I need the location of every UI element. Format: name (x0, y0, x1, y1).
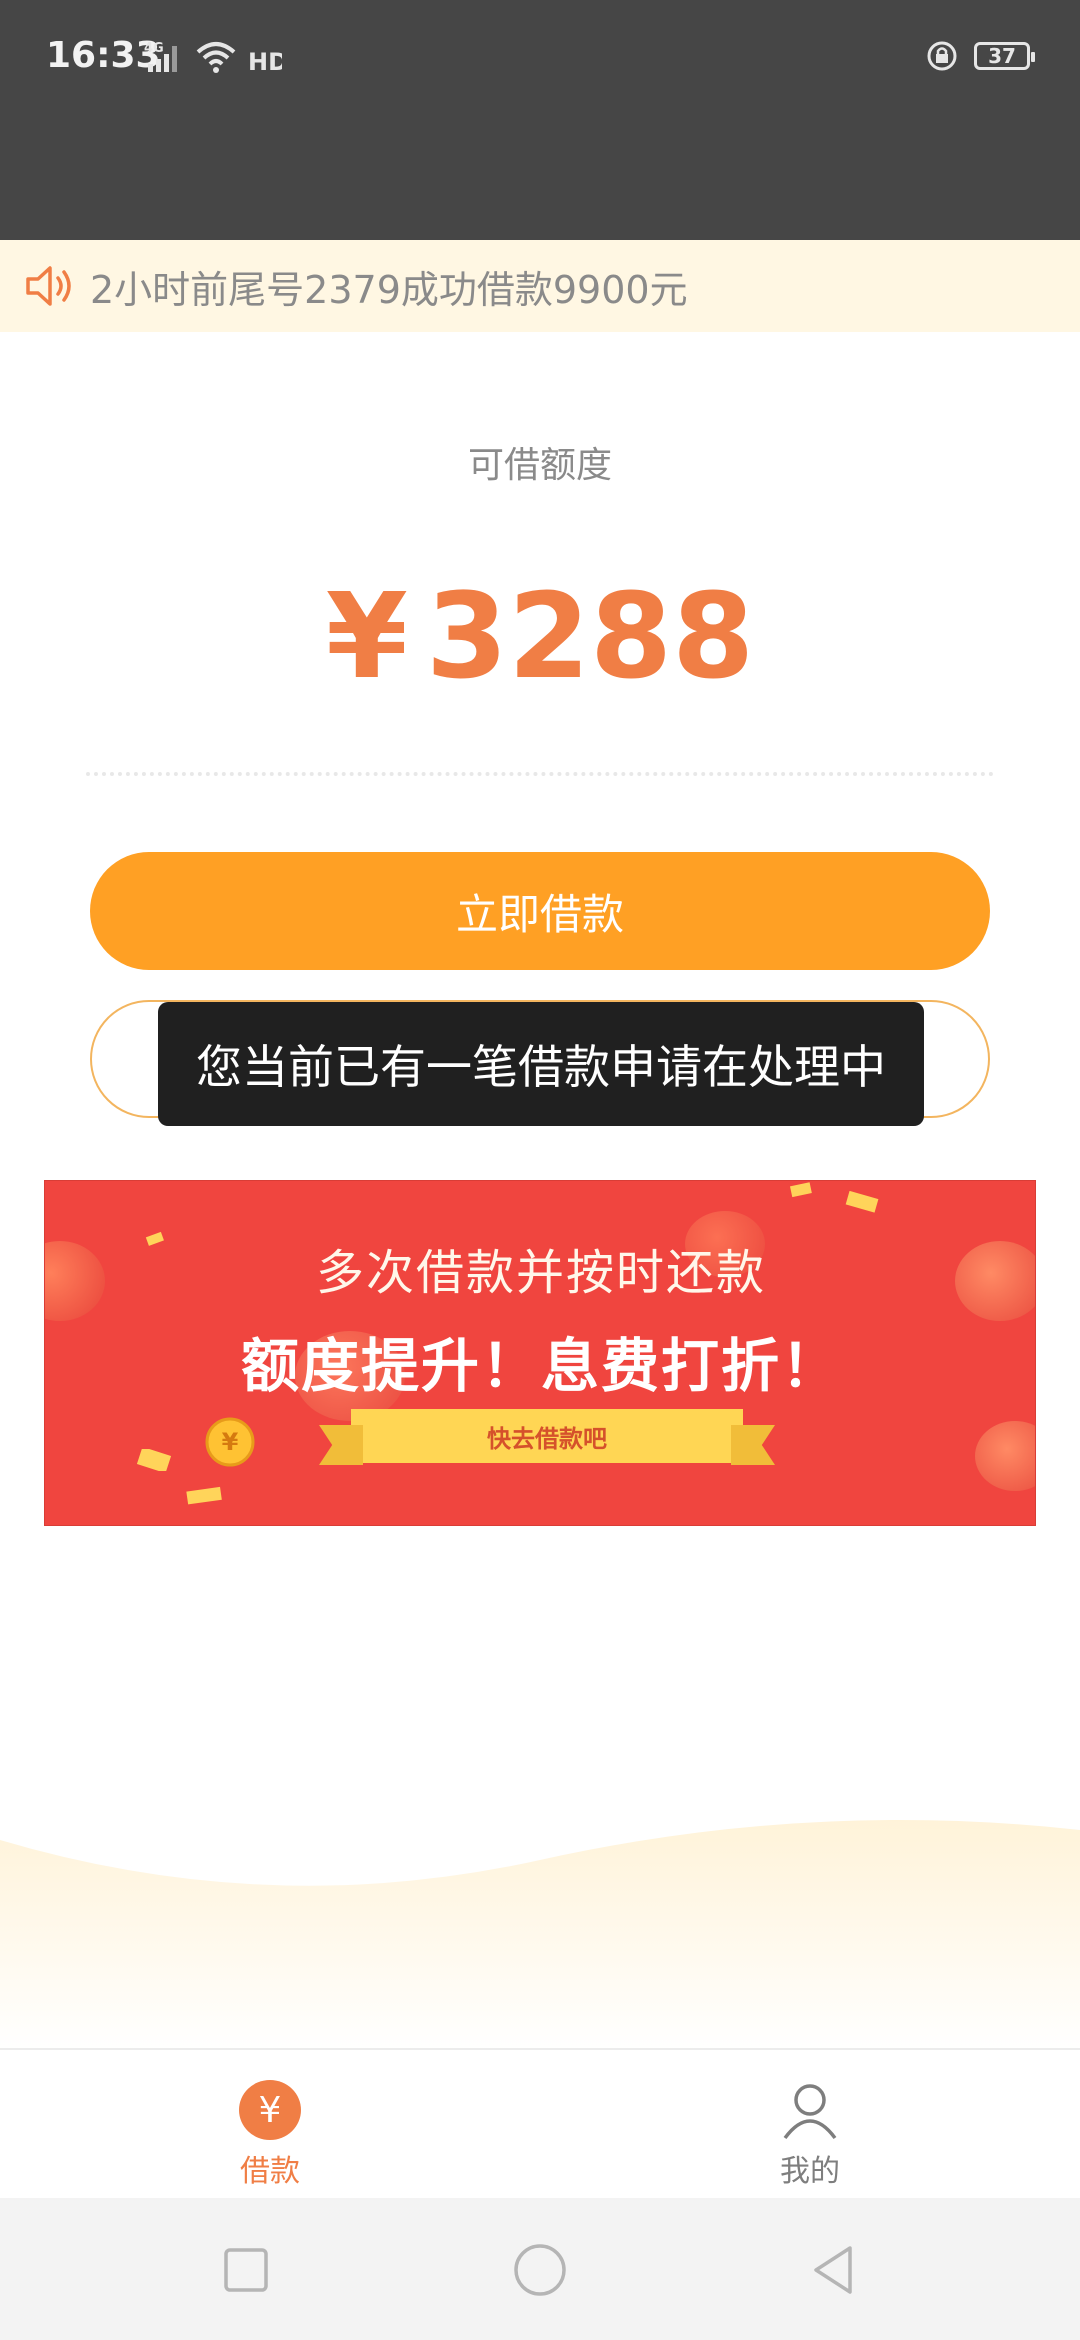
banner-ribbon-cta[interactable]: 快去借款吧 (351, 1409, 743, 1463)
money-bill-icon (186, 1486, 222, 1505)
borrow-now-button[interactable]: 立即借款 (90, 852, 990, 970)
tab-loan-label: 借款 (240, 2154, 300, 2189)
money-bill-icon (845, 1191, 879, 1213)
status-icons: 4G HD (144, 34, 282, 74)
network-type-label: 4G (144, 41, 164, 56)
promo-banner[interactable]: ¥ 多次借款并按时还款 额度提升！息费打折！ 快去借款吧 (44, 1180, 1036, 1526)
system-nav-bar (0, 2198, 1080, 2340)
hd-label: HD (248, 48, 282, 74)
notice-bar: 2小时前尾号2379成功借款9900元 (0, 240, 1080, 332)
dotted-divider (86, 772, 994, 776)
lock-rotation-icon (927, 41, 957, 71)
hd-icon: HD (248, 48, 282, 74)
notice-text: 2小时前尾号2379成功借款9900元 (90, 267, 688, 312)
tab-mine[interactable]: 我的 (740, 2080, 880, 2190)
gold-coin-icon: ¥ (205, 1417, 255, 1467)
credit-amount-value: 3288 (425, 567, 755, 705)
decor-orb (975, 1421, 1035, 1491)
currency-symbol: ¥ (325, 567, 408, 705)
back-triangle-icon[interactable] (804, 2240, 864, 2300)
banner-subheadline: 额度提升！息费打折！ (240, 1332, 841, 1400)
credit-amount: ¥3288 (0, 566, 1080, 706)
person-icon (783, 2084, 837, 2140)
battery-icon: 37 (974, 42, 1035, 70)
available-credit-label: 可借额度 (467, 445, 612, 486)
svg-text:¥: ¥ (222, 1428, 239, 1456)
money-bill-icon (789, 1182, 812, 1198)
decorative-wave (0, 1820, 1080, 2050)
circle-icon[interactable] (510, 2240, 570, 2300)
status-right: 37 (926, 34, 1035, 78)
tab-loan[interactable]: ¥ 借款 (200, 2080, 340, 2190)
signal-icon: 4G (144, 41, 177, 72)
speaker-icon (26, 266, 71, 306)
bottom-tab-bar: ¥ 借款 我的 (0, 2048, 1080, 2200)
wifi-icon (196, 42, 236, 73)
yen-icon: ¥ (239, 2080, 301, 2140)
status-bar: 16:33 4G HD 37 (0, 0, 1080, 240)
money-bill-icon (137, 1449, 171, 1471)
toast-message: 您当前已有一笔借款申请在处理中 (158, 1002, 924, 1126)
square-icon[interactable] (216, 2240, 276, 2300)
banner-headline: 多次借款并按时还款 (315, 1245, 766, 1301)
tab-mine-label: 我的 (780, 2154, 840, 2189)
